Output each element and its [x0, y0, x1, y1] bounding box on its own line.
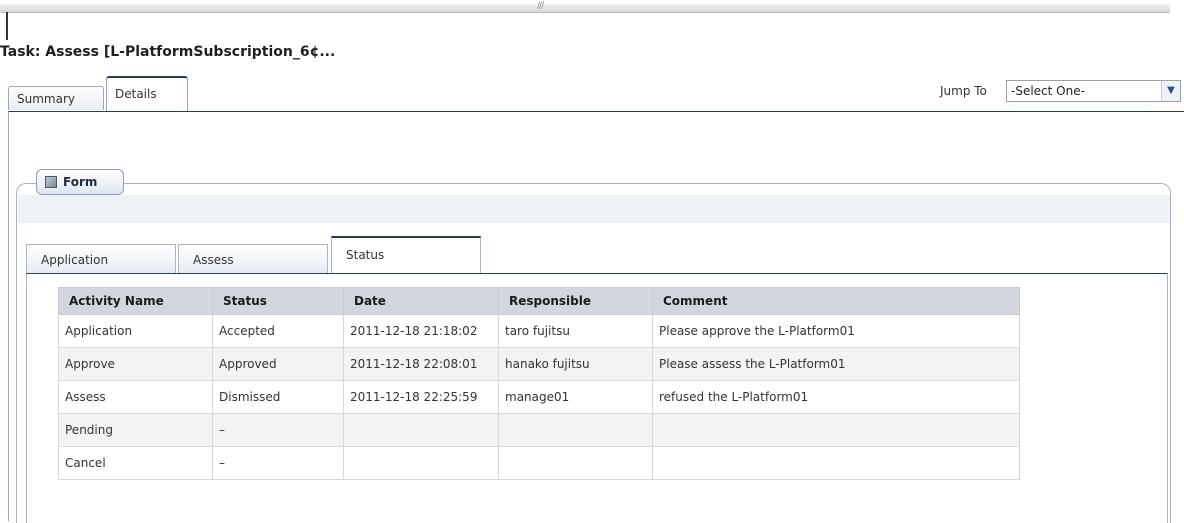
cell-responsible: taro fujitsu [498, 314, 653, 348]
column-header-activity-name: Activity Name [58, 287, 213, 315]
cell-status: Dismissed [212, 380, 344, 414]
jump-to-select[interactable]: -Select One- ▼ [1006, 80, 1181, 102]
cell-activity-name: Pending [58, 413, 213, 447]
cell-comment: Please assess the L-Platform01 [652, 347, 1020, 381]
form-header-band [18, 195, 1170, 223]
tab-summary[interactable]: Summary [8, 86, 104, 110]
cell-date: 2011-12-18 22:08:01 [343, 347, 499, 381]
cell-date [343, 413, 499, 447]
cell-status: – [212, 446, 344, 480]
cell-activity-name: Assess [58, 380, 213, 414]
cell-comment: Please approve the L-Platform01 [652, 314, 1020, 348]
cell-activity-name: Approve [58, 347, 213, 381]
tab-assess[interactable]: Assess [178, 244, 328, 274]
cell-date [343, 446, 499, 480]
form-section-toggle[interactable]: Form [36, 169, 124, 195]
column-header-status: Status [212, 287, 344, 315]
collapse-icon[interactable] [45, 176, 57, 188]
cell-comment: refused the L-Platform01 [652, 380, 1020, 414]
splitter-grip-icon[interactable]: /// [537, 1, 544, 11]
cell-responsible: hanako fujitsu [498, 347, 653, 381]
cell-activity-name: Cancel [58, 446, 213, 480]
cell-date: 2011-12-18 21:18:02 [343, 314, 499, 348]
column-header-responsible: Responsible [498, 287, 653, 315]
form-legend-label: Form [63, 175, 98, 189]
jump-to-label: Jump To [940, 84, 987, 98]
cell-status: Approved [212, 347, 344, 381]
table-row: Pending – [58, 413, 1020, 447]
cell-status: – [212, 413, 344, 447]
cell-activity-name: Application [58, 314, 213, 348]
table-row: Approve Approved 2011-12-18 22:08:01 han… [58, 347, 1020, 381]
jump-to-selected-value: -Select One- [1011, 84, 1085, 98]
cell-responsible [498, 413, 653, 447]
tab-status[interactable]: Status [331, 236, 481, 274]
cell-responsible [498, 446, 653, 480]
table-row: Application Accepted 2011-12-18 21:18:02… [58, 314, 1020, 348]
tab-details[interactable]: Details [106, 76, 188, 112]
tab-application[interactable]: Application [26, 244, 176, 274]
status-table: Activity Name Status Date Responsible Co… [58, 287, 1020, 480]
cell-status: Accepted [212, 314, 344, 348]
table-header-row: Activity Name Status Date Responsible Co… [58, 287, 1020, 315]
cell-comment [652, 413, 1020, 447]
cell-responsible: manage01 [498, 380, 653, 414]
chevron-down-icon[interactable]: ▼ [1161, 81, 1180, 101]
resize-splitter[interactable]: /// [0, 1, 1170, 13]
cell-comment [652, 446, 1020, 480]
column-header-date: Date [343, 287, 499, 315]
table-row: Cancel – [58, 446, 1020, 480]
column-header-comment: Comment [652, 287, 1020, 315]
window-edge [6, 12, 8, 40]
page-title: Task: Assess [L-PlatformSubscription_6¢.… [0, 44, 336, 60]
table-row: Assess Dismissed 2011-12-18 22:25:59 man… [58, 380, 1020, 414]
cell-date: 2011-12-18 22:25:59 [343, 380, 499, 414]
